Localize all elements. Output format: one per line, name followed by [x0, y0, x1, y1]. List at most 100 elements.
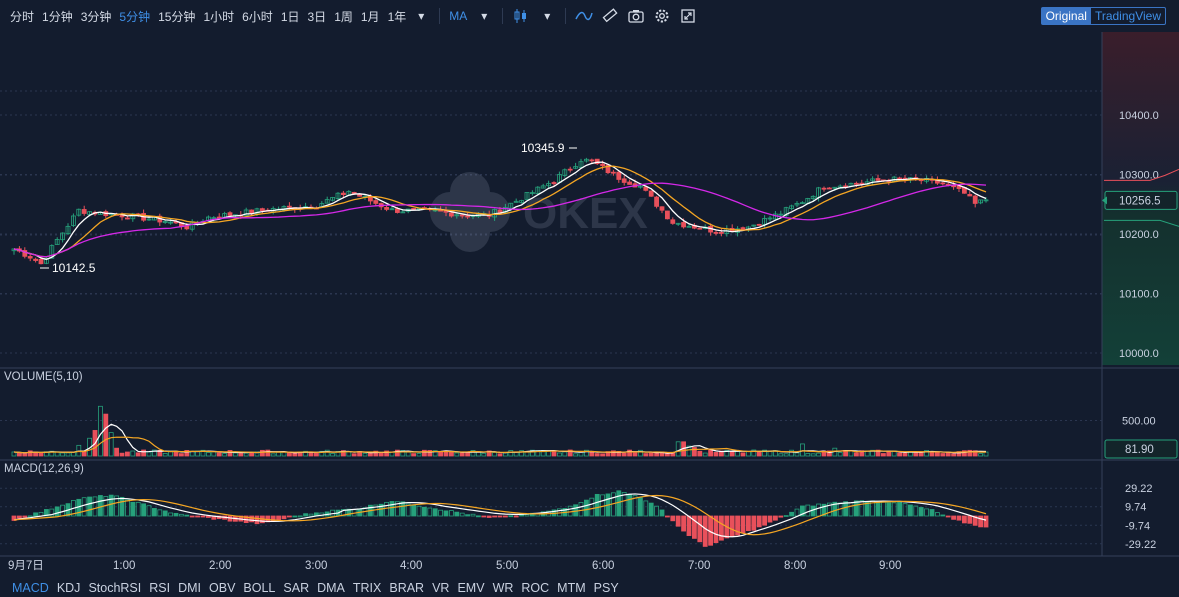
- volume-bar: [108, 432, 114, 457]
- macd-histogram-bar: [16, 515, 22, 519]
- candle-down: [448, 212, 454, 217]
- macd-histogram-bar: [886, 502, 892, 517]
- price-tick-label: 10200.0: [1119, 229, 1159, 241]
- interval-option[interactable]: 1日: [277, 8, 304, 25]
- toolbar-divider: [565, 8, 567, 24]
- interval-option[interactable]: 1月: [357, 8, 384, 25]
- indicator-tab[interactable]: MTM: [553, 581, 589, 595]
- macd-histogram-bar: [654, 505, 659, 517]
- ruler-icon[interactable]: [599, 5, 621, 27]
- indicator-tab[interactable]: EMV: [453, 581, 488, 595]
- indicator-tab[interactable]: StochRSI: [84, 581, 145, 595]
- macd-histogram-bar: [27, 515, 33, 518]
- candle-down: [373, 200, 379, 204]
- volume-bar: [557, 452, 562, 457]
- macd-histogram-bar: [875, 501, 881, 517]
- macd-histogram-bar: [502, 515, 508, 518]
- interval-option[interactable]: 1周: [330, 8, 357, 25]
- volume-bar: [810, 453, 816, 457]
- indicator-tab[interactable]: MACD: [8, 581, 53, 595]
- indicator-tab[interactable]: DMA: [313, 581, 349, 595]
- indicator-tab[interactable]: OBV: [205, 581, 239, 595]
- indicator-tab[interactable]: WR: [489, 581, 518, 595]
- volume-bar: [702, 452, 708, 457]
- indicator-tab[interactable]: ROC: [517, 581, 553, 595]
- volume-bar: [270, 453, 276, 457]
- macd-histogram-bar: [151, 508, 157, 517]
- fullscreen-icon[interactable]: [677, 5, 699, 27]
- indicator-tab[interactable]: KDJ: [53, 581, 85, 595]
- interval-option[interactable]: 15分钟: [154, 8, 199, 25]
- macd-histogram-bar: [567, 505, 573, 517]
- volume-bar: [60, 452, 65, 457]
- volume-bar: [600, 453, 605, 457]
- macd-histogram-bar: [173, 512, 179, 517]
- volume-bar: [800, 443, 805, 457]
- macd-panel-label: MACD(12,26,9): [4, 463, 84, 475]
- time-axis-label: 7:00: [688, 560, 710, 572]
- time-axis-label: 3:00: [305, 560, 327, 572]
- volume-bar: [16, 452, 22, 457]
- volume-bar: [313, 452, 319, 457]
- volume-bar: [259, 449, 265, 457]
- tradingview-button[interactable]: TradingView: [1091, 8, 1165, 24]
- camera-icon[interactable]: [625, 5, 647, 27]
- macd-histogram-bar: [670, 515, 676, 522]
- candle-down: [756, 223, 762, 226]
- candlestick-type-icon[interactable]: [510, 5, 532, 27]
- macd-histogram-bar: [967, 515, 973, 524]
- candle-down: [713, 232, 719, 234]
- price-chart[interactable]: 10000.010100.010200.010300.010400.0OKEX1…: [0, 32, 1179, 578]
- interval-option[interactable]: 5分钟: [115, 8, 154, 25]
- interval-option[interactable]: 1分钟: [38, 8, 77, 25]
- interval-option[interactable]: 3分钟: [77, 8, 116, 25]
- macd-histogram-bar: [448, 510, 454, 517]
- candle-down: [821, 187, 827, 190]
- volume-bar: [729, 451, 735, 457]
- view-toggle: Original TradingView: [1040, 7, 1166, 25]
- toolbar-divider: [439, 8, 441, 24]
- indicator-dropdown-icon[interactable]: ▾: [473, 5, 495, 27]
- macd-histogram-bar: [843, 501, 848, 517]
- volume-bar: [648, 452, 654, 457]
- macd-tick-label: 29.22: [1125, 483, 1153, 495]
- interval-option[interactable]: 1小时: [199, 8, 238, 25]
- candle-down: [551, 182, 557, 184]
- interval-option[interactable]: 6小时: [238, 8, 277, 25]
- macd-histogram-bar: [141, 503, 147, 517]
- indicator-tab[interactable]: SAR: [279, 581, 313, 595]
- line-tool-icon[interactable]: [573, 5, 595, 27]
- candle-down: [940, 182, 946, 185]
- macd-dea-line: [13, 494, 987, 536]
- interval-option[interactable]: 分时: [6, 8, 38, 25]
- indicator-tab[interactable]: RSI: [145, 581, 174, 595]
- indicator-tab[interactable]: PSY: [590, 581, 623, 595]
- candle-down: [497, 209, 503, 213]
- indicator-tab[interactable]: BOLL: [239, 581, 279, 595]
- macd-histogram-bar: [951, 515, 956, 520]
- macd-histogram-bar: [854, 500, 859, 517]
- volume-bar: [276, 451, 282, 457]
- macd-histogram-bar: [578, 502, 584, 517]
- chart-type-dropdown-icon[interactable]: ▾: [536, 5, 558, 27]
- indicator-tab[interactable]: BRAR: [385, 581, 428, 595]
- volume-bar: [130, 450, 136, 457]
- macd-histogram-bar: [940, 514, 946, 517]
- macd-histogram-bar: [924, 508, 929, 517]
- original-view-button[interactable]: Original: [1041, 8, 1091, 24]
- settings-gear-icon[interactable]: [651, 5, 673, 27]
- candle-down: [394, 208, 400, 213]
- macd-histogram-bar: [778, 515, 784, 518]
- indicator-tab[interactable]: VR: [428, 581, 453, 595]
- indicator-tab[interactable]: DMI: [174, 581, 205, 595]
- indicator-tab[interactable]: TRIX: [349, 581, 385, 595]
- macd-histogram-bar: [308, 513, 314, 517]
- interval-option[interactable]: 1年: [384, 8, 411, 25]
- volume-bar: [951, 453, 956, 457]
- candle-down: [697, 227, 703, 230]
- macd-histogram-bar: [621, 492, 627, 517]
- macd-histogram-bar: [881, 501, 886, 517]
- indicator-select[interactable]: MA: [445, 9, 471, 23]
- interval-dropdown-icon[interactable]: ▾: [410, 5, 432, 27]
- interval-option[interactable]: 3日: [304, 8, 331, 25]
